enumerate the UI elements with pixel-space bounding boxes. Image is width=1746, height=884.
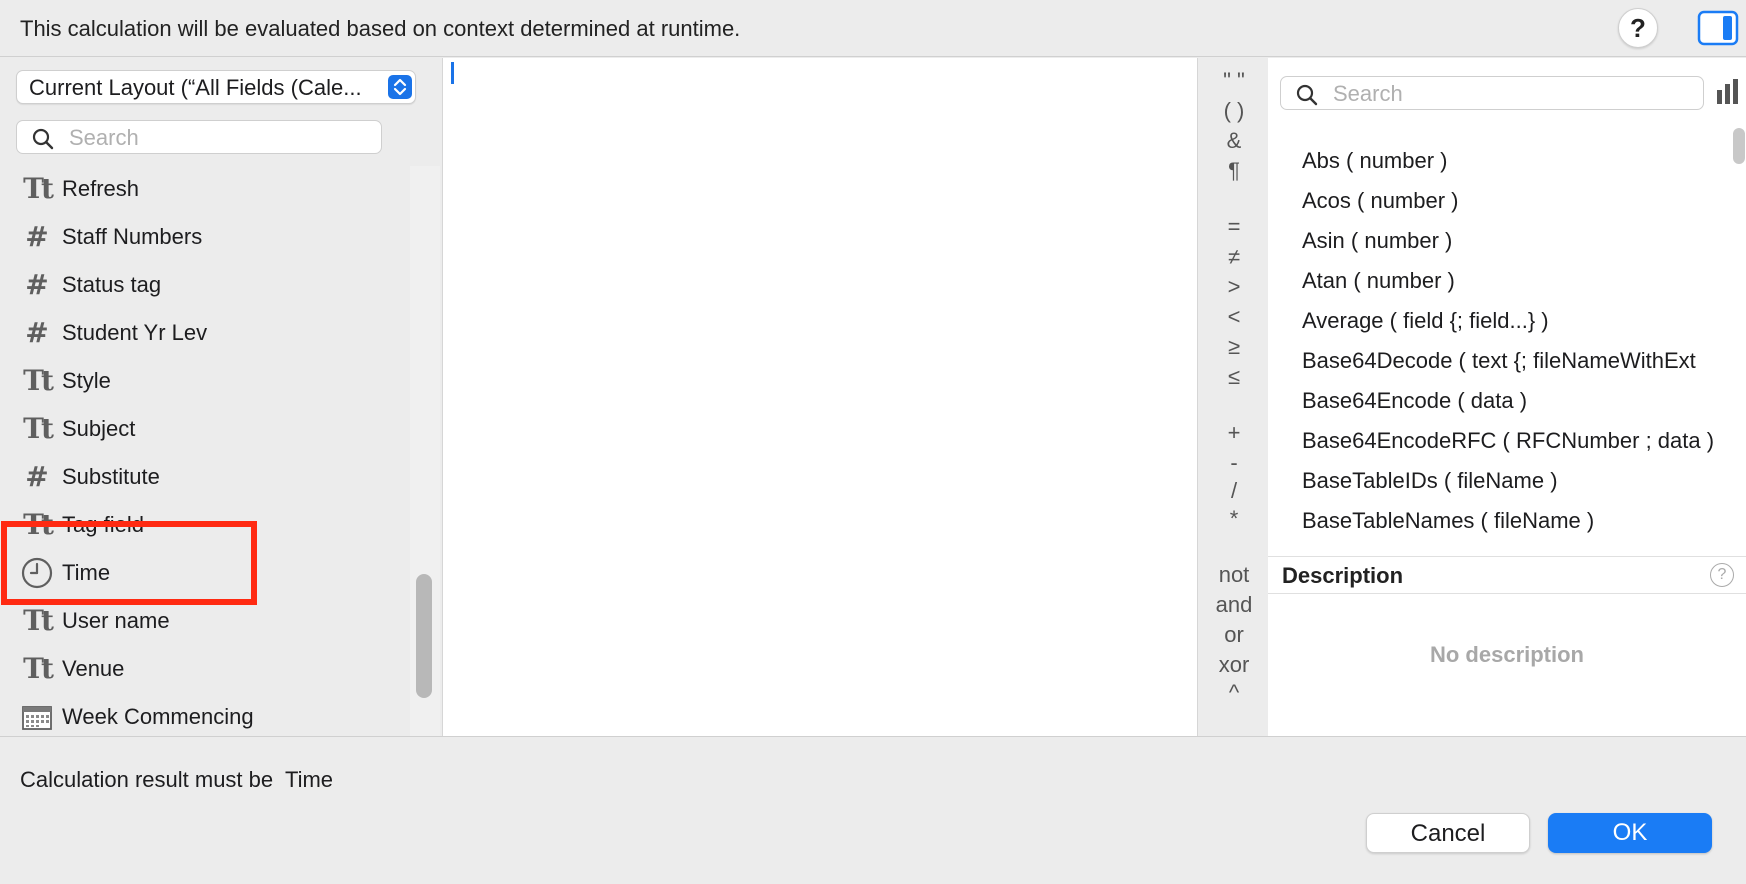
- field-label: Subject: [62, 416, 136, 441]
- text-field-icon: Tt: [23, 364, 54, 397]
- cancel-button[interactable]: Cancel: [1366, 813, 1530, 853]
- search-icon: [1296, 84, 1318, 106]
- function-item[interactable]: Abs ( number ): [1302, 148, 1448, 174]
- number-field-icon: #: [25, 268, 49, 301]
- context-select-value: Current Layout (“All Fields (Cale...: [29, 75, 362, 100]
- field-label: Staff Numbers: [62, 224, 203, 249]
- function-item[interactable]: Average ( field {; field...} ): [1302, 308, 1549, 334]
- operator-palette: " " ( ) & ¶ = ≠ > < ≥ ≤ + - / * not and …: [1200, 58, 1268, 736]
- field-item-week-commencing[interactable]: Week Commencing: [0, 694, 410, 736]
- field-search-input[interactable]: Search: [16, 120, 382, 154]
- text-field-icon: Tt: [23, 412, 54, 445]
- highlight-box: [1, 521, 257, 605]
- field-list: Tt Refresh # Staff Numbers # Status tag …: [0, 166, 410, 736]
- text-field-icon: Tt: [23, 652, 54, 685]
- dialog-footer: Calculation result must be Time Cancel O…: [0, 736, 1746, 884]
- operator-multiply[interactable]: *: [1200, 506, 1268, 532]
- description-body: No description: [1268, 594, 1746, 736]
- field-item-staff-numbers[interactable]: # Staff Numbers: [0, 214, 410, 262]
- operator-not-equal[interactable]: ≠: [1200, 244, 1268, 270]
- field-item-refresh[interactable]: Tt Refresh: [0, 166, 410, 214]
- text-field-icon: Tt: [23, 604, 54, 637]
- text-field-icon: Tt: [23, 172, 54, 205]
- field-item-venue[interactable]: Tt Venue: [0, 646, 410, 694]
- operator-and[interactable]: and: [1200, 592, 1268, 618]
- function-search-input[interactable]: Search: [1280, 76, 1704, 110]
- description-header: Description ?: [1268, 556, 1746, 594]
- field-item-status-tag[interactable]: # Status tag: [0, 262, 410, 310]
- field-search-placeholder: Search: [69, 125, 139, 150]
- operator-parens[interactable]: ( ): [1200, 98, 1268, 124]
- operator-concat[interactable]: &: [1200, 128, 1268, 154]
- field-item-user-name[interactable]: Tt User name: [0, 598, 410, 646]
- number-field-icon: #: [25, 460, 49, 493]
- help-button[interactable]: ?: [1618, 8, 1658, 48]
- operator-quotes[interactable]: " ": [1200, 68, 1268, 94]
- function-list: Abs ( number ) Acos ( number ) Asin ( nu…: [1268, 140, 1726, 552]
- operator-less[interactable]: <: [1200, 304, 1268, 330]
- function-list-scroll-thumb[interactable]: [1733, 128, 1745, 164]
- result-type-label: Calculation result must be Time: [20, 767, 334, 792]
- field-label: Status tag: [62, 272, 162, 297]
- function-item[interactable]: Acos ( number ): [1302, 188, 1459, 214]
- operator-minus[interactable]: -: [1200, 450, 1268, 476]
- ok-button[interactable]: OK: [1548, 813, 1712, 853]
- operator-less-equal[interactable]: ≤: [1200, 364, 1268, 390]
- function-item[interactable]: Atan ( number ): [1302, 268, 1455, 294]
- context-select[interactable]: Current Layout (“All Fields (Cale...: [16, 70, 416, 104]
- description-text: No description: [1429, 642, 1584, 667]
- field-label: Student Yr Lev: [62, 320, 208, 345]
- function-item[interactable]: Base64Encode ( data ): [1302, 388, 1527, 414]
- operator-greater-equal[interactable]: ≥: [1200, 334, 1268, 360]
- bar-chart-icon: [1717, 79, 1738, 104]
- select-arrows-icon: [388, 75, 412, 99]
- field-label: User name: [62, 608, 170, 633]
- operator-pilcrow[interactable]: ¶: [1200, 158, 1268, 184]
- field-label: Refresh: [62, 176, 140, 201]
- field-item-substitute[interactable]: # Substitute: [0, 454, 410, 502]
- function-item[interactable]: Base64Decode ( text {; fileNameWithExt: [1302, 348, 1696, 374]
- operator-greater[interactable]: >: [1200, 274, 1268, 300]
- function-item[interactable]: BaseTableNames ( fileName ): [1302, 508, 1594, 534]
- operator-plus[interactable]: +: [1200, 420, 1268, 446]
- context-banner: This calculation will be evaluated based…: [0, 0, 1746, 57]
- context-message: This calculation will be evaluated based…: [20, 16, 741, 41]
- operator-divide[interactable]: /: [1200, 478, 1268, 504]
- description-help-icon[interactable]: ?: [1710, 563, 1734, 587]
- sidebar-toggle-icon: [1697, 10, 1739, 46]
- text-caret: [451, 62, 454, 84]
- description-title: Description: [1282, 563, 1404, 588]
- field-label: Style: [62, 368, 111, 393]
- number-field-icon: #: [25, 220, 49, 253]
- field-label: Week Commencing: [62, 704, 254, 729]
- function-item[interactable]: BaseTableIDs ( fileName ): [1302, 468, 1558, 494]
- function-item[interactable]: Asin ( number ): [1302, 228, 1452, 254]
- field-item-subject[interactable]: Tt Subject: [0, 406, 410, 454]
- function-search-placeholder: Search: [1333, 81, 1403, 106]
- field-item-student-yr-lev[interactable]: # Student Yr Lev: [0, 310, 410, 358]
- operator-not[interactable]: not: [1200, 562, 1268, 588]
- operator-equal[interactable]: =: [1200, 214, 1268, 240]
- number-field-icon: #: [25, 316, 49, 349]
- field-label: Venue: [62, 656, 125, 681]
- search-icon: [32, 128, 54, 150]
- function-item[interactable]: Base64EncodeRFC ( RFCNumber ; data ): [1302, 428, 1714, 454]
- field-label: Substitute: [62, 464, 160, 489]
- operator-power[interactable]: ^: [1200, 680, 1268, 706]
- field-item-style[interactable]: Tt Style: [0, 358, 410, 406]
- field-list-scroll-thumb[interactable]: [416, 574, 432, 698]
- sidebar-toggle-button[interactable]: [1696, 8, 1740, 48]
- operator-xor[interactable]: xor: [1200, 652, 1268, 678]
- calendar-icon: [20, 700, 54, 734]
- calculation-editor[interactable]: [442, 58, 1198, 736]
- function-category-button[interactable]: [1714, 76, 1744, 106]
- operator-or[interactable]: or: [1200, 622, 1268, 648]
